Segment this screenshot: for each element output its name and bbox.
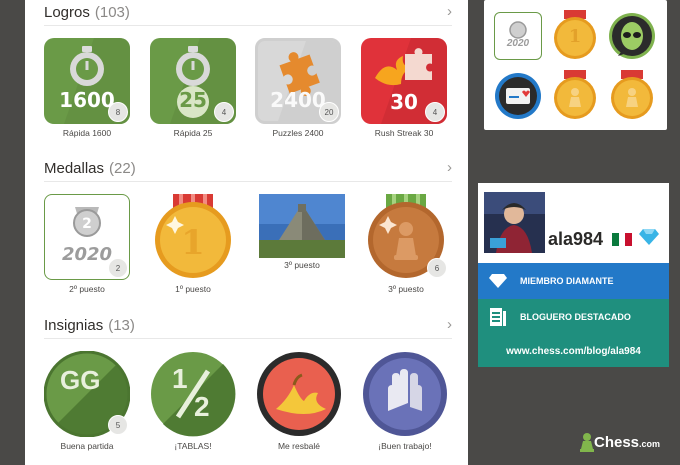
count-badge: 2 <box>108 258 128 278</box>
insignia-slipped[interactable]: Me resbalé <box>254 351 344 451</box>
count-badge: 4 <box>214 102 234 122</box>
badge-showcase: 2020 1 <box>484 0 667 130</box>
featured-blogger-strip[interactable]: BLOGUERO DESTACADO <box>478 299 669 335</box>
medal-pawn-icon[interactable] <box>608 70 656 120</box>
medal-third-place-photo[interactable]: 3º puesto <box>257 194 347 270</box>
trophy-2020-icon[interactable]: 2020 <box>494 12 542 60</box>
high-five-icon <box>363 352 447 436</box>
chat-bubble-icon[interactable] <box>494 72 542 120</box>
svg-text:2: 2 <box>82 216 92 232</box>
award-caption: Rápida 1600 <box>62 128 112 138</box>
section-count: (103) <box>94 4 130 21</box>
half-point-icon <box>151 352 236 437</box>
award-caption: ¡TABLAS! <box>174 441 212 451</box>
blog-link[interactable]: www.chess.com/blog/ala984 <box>478 335 669 367</box>
award-caption: 3º puesto <box>284 260 320 270</box>
chess-logo[interactable]: Chess .com <box>580 432 660 452</box>
trophy-year: 2020 <box>506 38 530 49</box>
award-caption: Buena partida <box>60 441 114 451</box>
count-badge: 20 <box>319 102 339 122</box>
mexico-flag-icon <box>612 233 633 246</box>
award-rapid-1600[interactable]: 1600 8 Rápida 1600 <box>42 38 132 138</box>
award-rush-streak-30[interactable]: 30 4 Rush Streak 30 <box>359 38 449 138</box>
medal-pawn-icon[interactable] <box>551 70 599 120</box>
award-caption: 2º puesto <box>69 284 105 294</box>
banana-peel-icon <box>257 352 341 436</box>
achievements-panel: Logros (103) › 1600 8 Rápida 1600 25 4 R… <box>25 0 468 465</box>
gg-letters: GG <box>60 365 101 395</box>
insignia-good-game[interactable]: GG 5 Buena partida <box>42 350 132 451</box>
chevron-right-icon[interactable]: › <box>447 316 452 333</box>
section-title: Medallas <box>44 160 105 177</box>
medal-bronze[interactable]: 6 3º puesto <box>361 194 451 294</box>
logros-header[interactable]: Logros (103) › <box>44 0 452 26</box>
award-caption: Rush Streak 30 <box>374 128 434 138</box>
logros-row: 1600 8 Rápida 1600 25 4 Rápida 25 2400 2… <box>44 38 452 148</box>
chevron-right-icon[interactable]: › <box>447 3 452 20</box>
award-caption: Rápida 25 <box>173 128 213 138</box>
logo-suffix: .com <box>639 439 661 449</box>
section-count: (13) <box>108 317 135 334</box>
pyramid-photo <box>259 194 345 258</box>
count-badge: 5 <box>108 415 128 435</box>
pawn-icon: 6 <box>363 194 449 280</box>
award-caption: Me resbalé <box>277 441 321 451</box>
fraction-bottom: 2 <box>194 391 210 422</box>
award-puzzles-2400[interactable]: 2400 20 Puzzles 2400 <box>253 38 343 138</box>
award-caption: 3º puesto <box>388 284 424 294</box>
section-count: (22) <box>109 160 136 177</box>
diamond-member-strip[interactable]: MIEMBRO DIAMANTE <box>478 263 669 299</box>
count-badge: 4 <box>425 102 445 122</box>
award-caption: Puzzles 2400 <box>272 128 324 138</box>
username[interactable]: ala984 <box>548 229 603 250</box>
user-header: ala984 <box>478 183 669 263</box>
insignias-header[interactable]: Insignias (13) › <box>44 313 452 339</box>
award-caption: ¡Buen trabajo! <box>378 441 432 451</box>
diamond-member-label: MIEMBRO DIAMANTE <box>520 276 614 286</box>
diamond-icon <box>639 228 659 251</box>
insignias-row: GG 5 Buena partida 1 2 ¡TABLAS! Me resba… <box>42 350 452 461</box>
diamond-icon <box>489 272 507 290</box>
user-card: ala984 MIEMBRO DIAMANTE BLOGUERO DESTACA… <box>478 183 669 367</box>
insignia-good-job[interactable]: ¡Buen trabajo! <box>360 351 450 451</box>
count-badge: 6 <box>427 258 447 278</box>
blog-document-icon <box>489 308 507 326</box>
chevron-right-icon[interactable]: › <box>447 159 452 176</box>
insignia-draw[interactable]: 1 2 ¡TABLAS! <box>148 351 238 451</box>
award-rapid-25[interactable]: 25 4 Rápida 25 <box>148 38 238 138</box>
medallas-header[interactable]: Medallas (22) › <box>44 156 452 182</box>
avatar[interactable] <box>484 192 545 253</box>
pawn-logo-icon <box>580 433 594 452</box>
medal-1-icon[interactable]: 1 <box>551 10 599 60</box>
section-title: Logros <box>44 4 90 21</box>
featured-blogger-label: BLOGUERO DESTACADO <box>520 312 631 322</box>
award-caption: 1º puesto <box>175 284 211 294</box>
section-title: Insignias <box>44 317 104 334</box>
medal-second-place[interactable]: 2 2020 2 2º puesto <box>42 194 132 294</box>
medal-first-place[interactable]: 1 1º puesto <box>148 194 238 294</box>
medal-number: 1 <box>181 223 205 263</box>
count-badge: 8 <box>108 102 128 122</box>
medallas-row: 2 2020 2 2º puesto 1 1º puesto 3º puesto… <box>44 194 452 304</box>
gold-medal-icon: 1 <box>150 194 236 280</box>
fraction-top: 1 <box>172 363 188 394</box>
logo-text: Chess <box>594 433 640 451</box>
medal-number: 1 <box>568 26 582 47</box>
alien-icon[interactable] <box>608 12 656 60</box>
